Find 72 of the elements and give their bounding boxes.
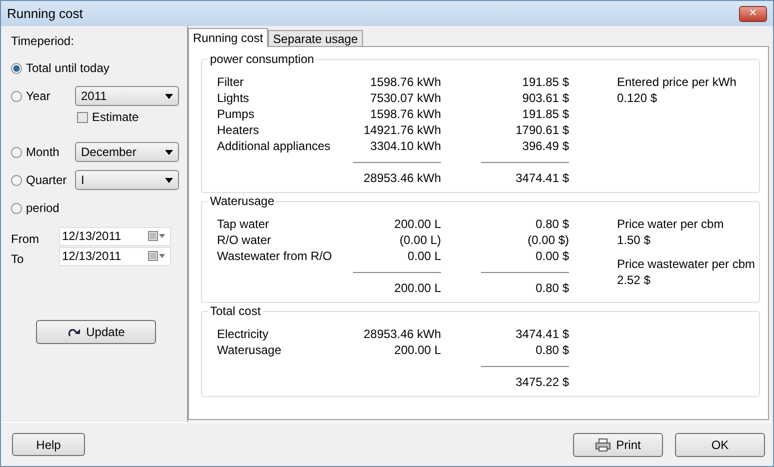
row-label: R/O water bbox=[217, 232, 272, 248]
price-label: Price wastewater per cbm bbox=[617, 256, 756, 272]
amount-value: 200.00 L bbox=[393, 342, 441, 358]
total-amount: 28953.46 kWh bbox=[364, 171, 441, 185]
calendar-icon bbox=[148, 251, 166, 261]
tab[interactable]: Running cost bbox=[188, 28, 268, 47]
cost-value: 3474.41 $ bbox=[514, 326, 569, 342]
cost-value: 0.80 $ bbox=[534, 216, 569, 232]
cost-value: 191.85 $ bbox=[521, 74, 569, 90]
total-amount: 200.00 L bbox=[394, 281, 441, 295]
radio-option[interactable]: period bbox=[11, 201, 75, 215]
row-label: Waterusage bbox=[217, 342, 282, 358]
group-title: Total cost bbox=[208, 304, 263, 318]
radio-option[interactable]: Quarter bbox=[11, 173, 75, 187]
total-cost: 0.80 $ bbox=[536, 281, 569, 295]
cost-value: (0.00 $) bbox=[526, 232, 569, 248]
date-label: From bbox=[11, 231, 40, 246]
date-field[interactable]: 12/13/2011 bbox=[59, 246, 171, 266]
total-cost: 3474.41 $ bbox=[516, 171, 569, 185]
amount-value: (0.00 L) bbox=[398, 232, 441, 248]
date-field[interactable]: 12/13/2011 bbox=[59, 226, 171, 246]
row-label: Tap water bbox=[217, 216, 270, 232]
caret-icon bbox=[165, 178, 173, 182]
amount-value: 7530.07 kWh bbox=[369, 90, 441, 106]
row-label: Additional appliances bbox=[217, 138, 332, 154]
printer-icon bbox=[595, 438, 612, 452]
radio-option[interactable]: Total until today bbox=[11, 61, 110, 75]
row-label: Pumps bbox=[217, 106, 256, 122]
dropdown[interactable]: December bbox=[75, 142, 179, 162]
checkbox[interactable]: Estimate bbox=[77, 110, 187, 124]
caret-icon bbox=[165, 94, 173, 98]
price-value: 2.52 $ bbox=[617, 272, 652, 288]
row-label: Heaters bbox=[217, 122, 260, 138]
timeperiod-label: Timeperiod: bbox=[11, 34, 75, 48]
refresh-icon bbox=[67, 328, 82, 336]
amount-value: 1598.76 kWh bbox=[369, 106, 441, 122]
radio-option[interactable]: Month bbox=[11, 145, 75, 159]
calendar-icon bbox=[148, 231, 166, 241]
cost-value: 0.80 $ bbox=[534, 342, 569, 358]
caret-icon bbox=[165, 150, 173, 154]
amount-value: 200.00 L bbox=[393, 216, 441, 232]
print-button[interactable]: Print bbox=[573, 432, 663, 456]
window-title: Running cost bbox=[7, 6, 83, 21]
date-label: To bbox=[11, 251, 25, 266]
update-button[interactable]: Update bbox=[36, 320, 156, 344]
price-label: Price water per cbm bbox=[617, 216, 725, 232]
amount-value: 14921.76 kWh bbox=[362, 122, 441, 138]
amount-value: 28953.46 kWh bbox=[362, 326, 441, 342]
price-value: 0.120 $ bbox=[617, 90, 658, 106]
group-title: Waterusage bbox=[208, 194, 276, 208]
cost-value: 0.00 $ bbox=[534, 248, 569, 264]
dropdown[interactable]: I bbox=[75, 170, 179, 190]
cost-value: 903.61 $ bbox=[521, 90, 569, 106]
amount-value: 3304.10 kWh bbox=[369, 138, 441, 154]
dropdown[interactable]: 2011 bbox=[75, 86, 179, 106]
help-button[interactable]: Help bbox=[12, 433, 85, 456]
tab[interactable]: Separate usage bbox=[268, 30, 363, 46]
cost-value: 396.49 $ bbox=[521, 138, 569, 154]
row-label: Electricity bbox=[217, 326, 270, 342]
row-label: Wastewater from R/O bbox=[217, 248, 333, 264]
ok-button[interactable]: OK bbox=[675, 432, 765, 456]
radio-option[interactable]: Year bbox=[11, 89, 75, 103]
row-label: Filter bbox=[217, 74, 245, 90]
row-label: Lights bbox=[217, 90, 250, 106]
price-value: 1.50 $ bbox=[617, 232, 652, 248]
amount-value: 1598.76 kWh bbox=[369, 74, 441, 90]
group-title: power consumption bbox=[208, 52, 316, 66]
cost-value: 1790.61 $ bbox=[514, 122, 569, 138]
cost-value: 191.85 $ bbox=[521, 106, 569, 122]
total-cost: 3475.22 $ bbox=[516, 375, 569, 389]
price-label: Entered price per kWh bbox=[617, 74, 736, 90]
amount-value: 0.00 L bbox=[406, 248, 441, 264]
